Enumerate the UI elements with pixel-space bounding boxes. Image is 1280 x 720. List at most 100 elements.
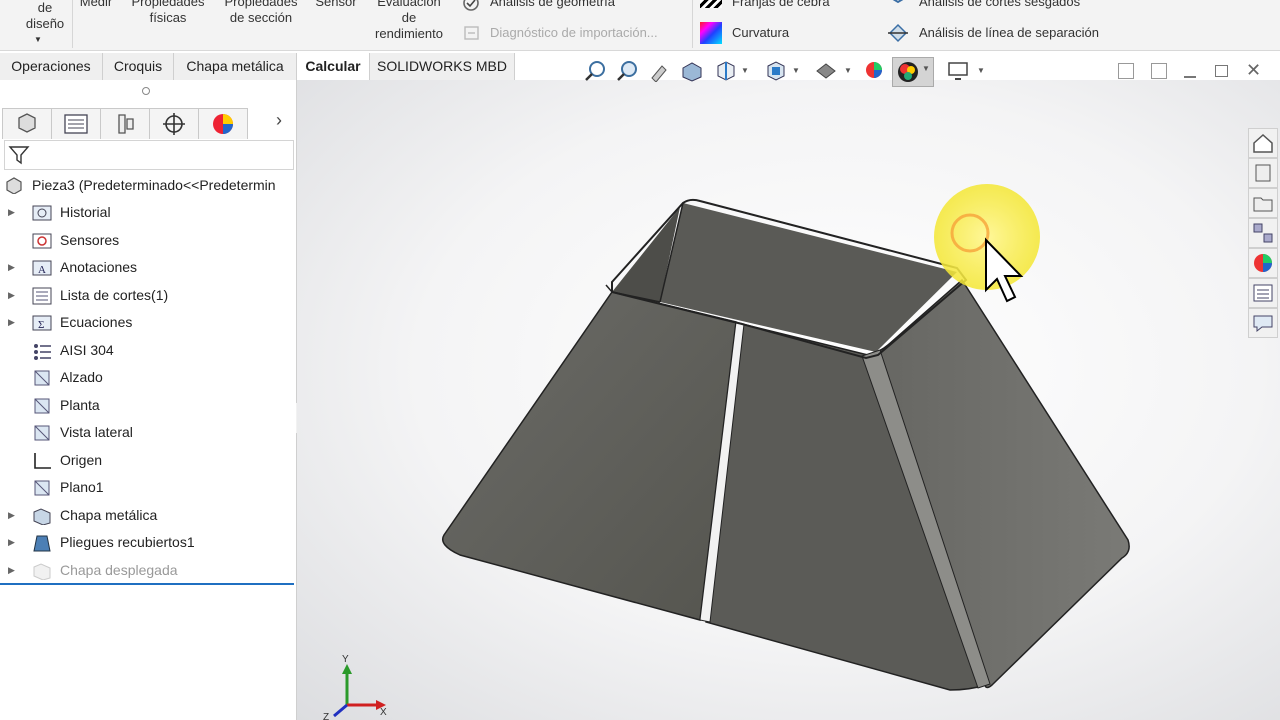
expand-arrow-icon[interactable]: ▶ [8, 199, 15, 225]
tree-item-label: Origen [60, 451, 103, 468]
tree-item-label: Vista lateral [60, 424, 133, 440]
expand-arrow-icon[interactable]: ▶ [8, 557, 15, 583]
curvature-button[interactable]: Curvatura [732, 25, 789, 41]
tree-item-label: Ecuaciones [60, 314, 133, 330]
part-name: Pieza3 (Predeterminado<<Predetermin [32, 177, 276, 193]
view-settings-icon[interactable] [946, 60, 970, 82]
sensor-button[interactable]: Sensor [310, 0, 362, 10]
close-icon[interactable]: ✕ [1246, 60, 1261, 81]
tree-item-label: Anotaciones [60, 259, 138, 275]
chevron-down-icon[interactable]: ▼ [33, 32, 43, 48]
design-study-button[interactable]: de diseño [20, 0, 70, 32]
feature-manager-panel: › Pieza3 (Predeterminado<<Predetermin ▶ H… [0, 80, 307, 720]
previous-view-icon[interactable] [648, 60, 672, 83]
expand-arrow-icon[interactable]: ▶ [8, 282, 15, 308]
undercut-analysis-icon [886, 0, 910, 12]
equation-icon: Σ [32, 314, 52, 331]
z-axis [333, 703, 348, 718]
chevron-down-icon[interactable]: ▼ [741, 66, 749, 75]
history-icon [32, 204, 52, 221]
geometry-analysis-button[interactable]: Análisis de geometría [490, 0, 615, 10]
tree-item-label: Historial [60, 204, 111, 220]
zoom-to-fit-icon[interactable] [584, 60, 608, 82]
measure-button[interactable]: Medir [76, 0, 116, 10]
rollback-bar[interactable] [0, 583, 294, 585]
tree-item-label: Chapa metálica [60, 506, 158, 523]
zoom-to-area-icon[interactable] [616, 60, 640, 82]
section-properties-button[interactable]: Propiedades de sección [218, 0, 304, 26]
y-label: Y [342, 654, 349, 665]
performance-evaluation-button[interactable]: Evaluación de rendimiento [366, 0, 452, 42]
parting-line-icon [886, 21, 910, 45]
tree-item-label: AISI 304 [60, 341, 114, 358]
dynamic-annotation-icon[interactable] [714, 60, 738, 82]
chevron-right-icon[interactable]: › [276, 110, 282, 131]
tree-item-label: Sensores [60, 231, 120, 248]
restore-icon[interactable] [1215, 65, 1228, 77]
edit-appearance-icon[interactable] [862, 60, 886, 82]
feature-tree-icon [18, 113, 36, 133]
expand-arrow-icon[interactable]: ▶ [8, 502, 15, 528]
lofted-bend-icon [32, 534, 52, 552]
expand-arrow-icon[interactable]: ▶ [8, 529, 15, 555]
collapse-right-icon[interactable] [1151, 63, 1167, 79]
material-icon [32, 342, 52, 360]
filter-field[interactable] [4, 140, 294, 170]
expand-arrow-icon[interactable]: ▶ [8, 309, 15, 335]
mass-properties-button[interactable]: Propiedades físicas [126, 0, 210, 26]
collapse-left-icon[interactable] [1118, 63, 1134, 79]
ribbon-divider [692, 0, 693, 48]
appearance-icon [213, 114, 233, 134]
chevron-down-icon[interactable]: ▼ [792, 66, 800, 75]
panel-handle[interactable] [142, 87, 150, 95]
tab-chapa-metalica[interactable]: Chapa metálica [174, 53, 297, 80]
sheet-metal-icon [32, 507, 52, 526]
model-viewport[interactable] [297, 80, 1280, 720]
tab-feature-manager[interactable] [2, 108, 52, 139]
plane-icon [32, 424, 52, 441]
chevron-down-icon[interactable]: ▼ [977, 66, 985, 75]
section-view-icon[interactable] [680, 60, 704, 82]
undercut-analysis-button[interactable]: Análisis de cortes sesgados [919, 0, 1080, 10]
filter-icon [8, 146, 30, 165]
plane-icon [32, 397, 52, 413]
tab-property-manager[interactable] [51, 108, 101, 139]
left-face [442, 291, 737, 621]
import-diagnostics-button[interactable]: Diagnóstico de importación... [490, 25, 658, 41]
tab-configuration-manager[interactable] [100, 108, 150, 139]
tab-calcular[interactable]: Calcular [297, 53, 370, 80]
tree-item-label: Alzado [60, 369, 103, 385]
view-orientation-icon[interactable] [764, 60, 788, 82]
sensor-icon [32, 232, 52, 248]
command-manager-tabs: Operaciones Croquis Chapa metálica Calcu… [0, 51, 520, 80]
tab-dimxpert-manager[interactable] [149, 108, 199, 139]
tree-item-label: Plano1 [60, 479, 104, 495]
zebra-stripes-icon [700, 0, 722, 8]
tab-croquis[interactable]: Croquis [103, 53, 174, 80]
cut-list-icon [32, 287, 52, 304]
parting-line-analysis-button[interactable]: Análisis de línea de separación [919, 25, 1099, 41]
tab-display-manager[interactable] [198, 108, 248, 139]
chevron-down-icon[interactable]: ▼ [844, 66, 852, 75]
display-style-icon[interactable] [814, 60, 838, 82]
import-diagnostics-icon [462, 24, 482, 42]
tree-item-label: Chapa desplegada [60, 561, 178, 578]
ribbon-divider [72, 0, 73, 48]
origin-icon [32, 452, 52, 469]
zebra-stripes-button[interactable]: Franjas de cebra [732, 0, 830, 10]
expand-arrow-icon[interactable]: ▶ [8, 254, 15, 280]
plane-icon [32, 369, 52, 386]
ribbon: de diseño ▼ Medir Propiedades físicas Pr… [0, 0, 1280, 51]
part-icon [6, 177, 22, 194]
curvature-icon [700, 22, 722, 44]
chevron-down-icon: ▼ [922, 64, 930, 73]
tab-operaciones[interactable]: Operaciones [0, 53, 103, 80]
flat-pattern-icon [32, 562, 52, 581]
tree-item-label: Pliegues recubiertos1 [60, 534, 195, 550]
minimize-icon[interactable] [1184, 76, 1196, 78]
geometry-analysis-icon [462, 0, 482, 12]
coordinate-triad: Y X Z [323, 654, 387, 720]
tree-item-label: Planta [60, 396, 100, 413]
configuration-icon [118, 114, 134, 134]
tab-solidworks-mbd[interactable]: SOLIDWORKS MBD [370, 53, 515, 80]
